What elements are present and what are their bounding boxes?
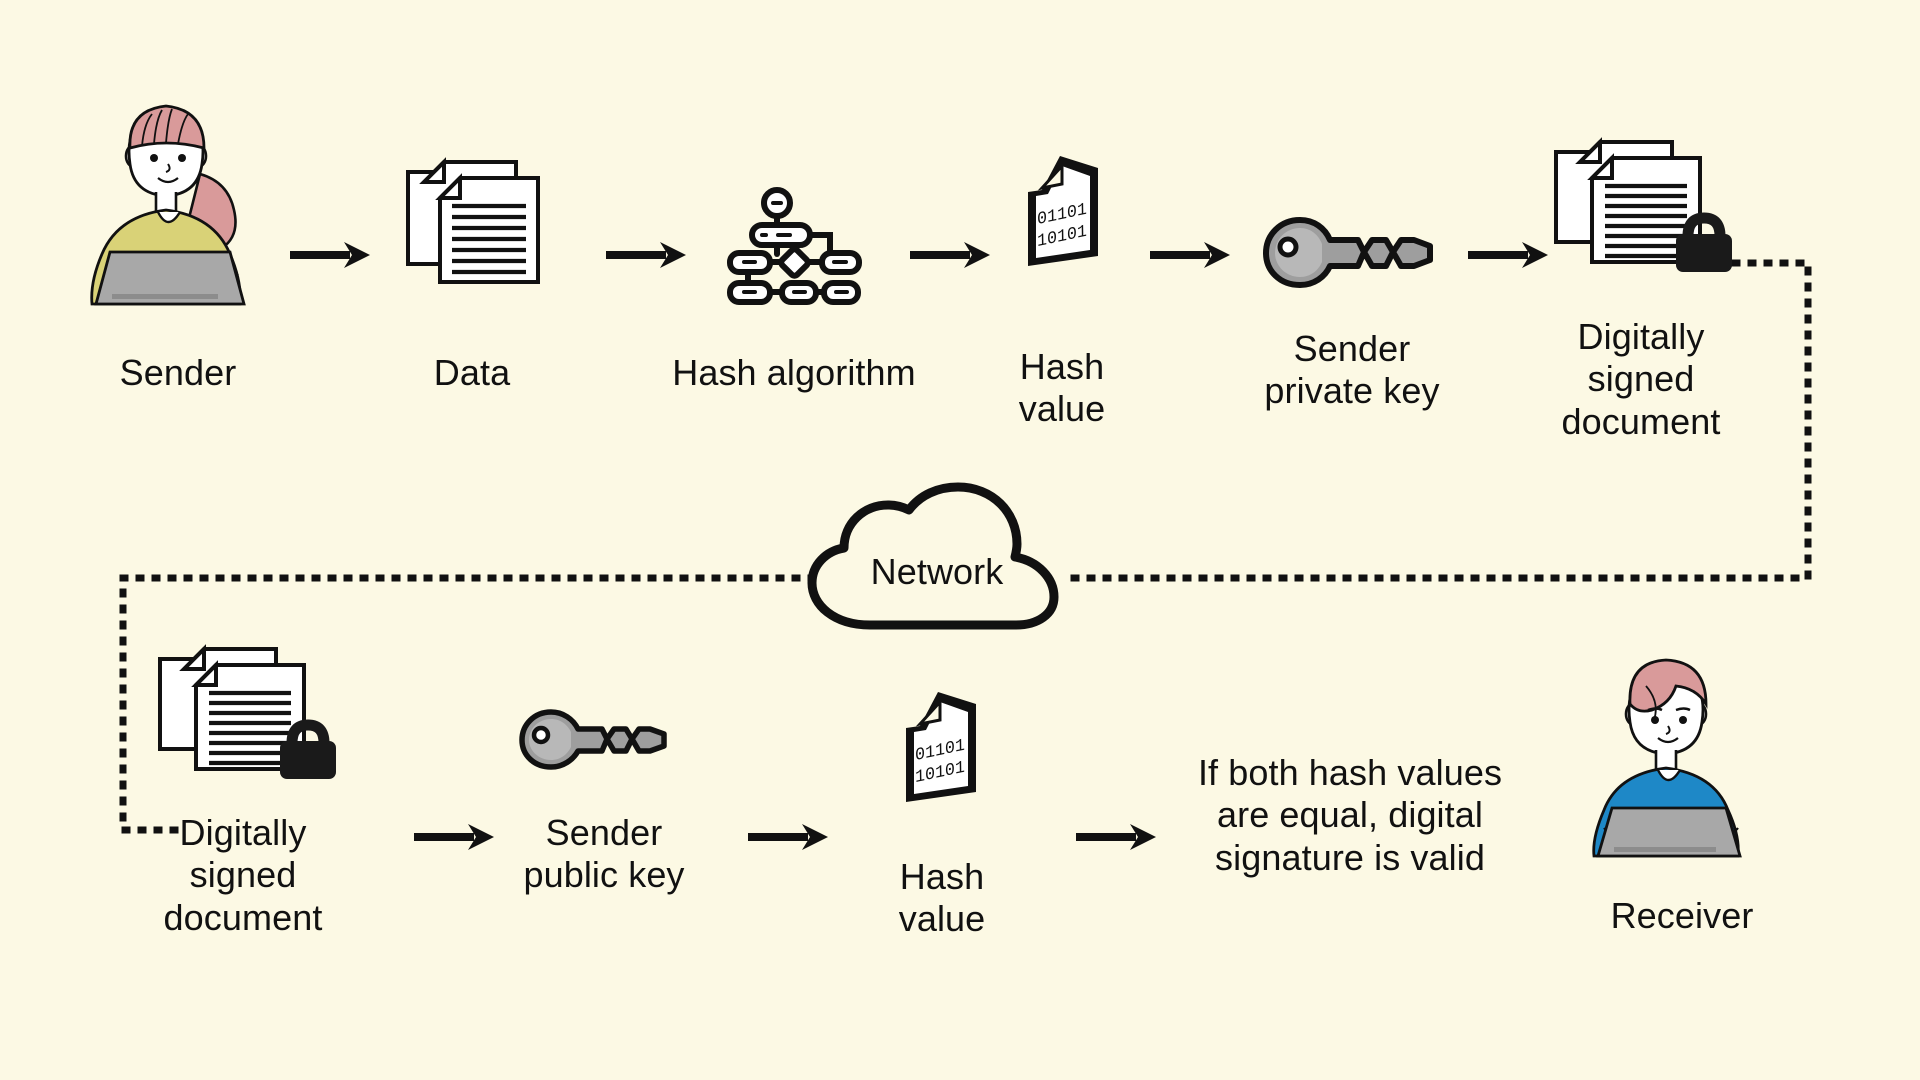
data-label: Data	[433, 352, 511, 393]
hash-algorithm-label: Hash algorithm	[672, 352, 916, 393]
receiver-icon	[1592, 658, 1762, 858]
receiver-label: Receiver	[1610, 895, 1754, 936]
sender-private-key-label: Sender private key	[1264, 328, 1440, 412]
hash-value-label: Hash value	[1018, 346, 1106, 430]
received-hash-value-label: Hash value	[898, 856, 986, 940]
sender-label: Sender	[119, 352, 237, 393]
arrow-public-key-to-hash-value	[748, 824, 828, 850]
arrow-hash-value-to-validation	[1076, 824, 1156, 850]
received-signed-document-icon	[152, 644, 337, 779]
arrow-data-to-hash-algorithm	[606, 242, 686, 268]
hash-value-icon: 01101 10101	[1018, 152, 1106, 272]
sender-public-key-label: Sender public key	[523, 812, 685, 896]
arrow-received-document-to-public-key	[414, 824, 494, 850]
sender-private-key-icon	[1262, 216, 1437, 288]
data-documents-icon	[400, 157, 545, 288]
digitally-signed-document-icon	[1548, 137, 1733, 272]
arrow-private-key-to-signed-document	[1468, 242, 1548, 268]
arrow-hash-value-to-private-key	[1150, 242, 1230, 268]
digitally-signed-document-label: Digitally signed document	[1561, 316, 1721, 442]
arrow-hash-algorithm-to-hash-value	[910, 242, 990, 268]
sender-icon	[88, 98, 268, 308]
received-signed-document-label: Digitally signed document	[163, 812, 323, 938]
hash-algorithm-flowchart-icon	[726, 187, 862, 308]
validation-note: If both hash values are equal, digital s…	[1197, 752, 1503, 878]
arrow-sender-to-data	[290, 242, 370, 268]
network-label: Network	[870, 551, 1004, 592]
diagram-canvas: Sender Data Hash algorithm 01101 10101 H…	[0, 0, 1920, 1080]
received-hash-value-icon: 01101 10101	[896, 688, 984, 808]
sender-public-key-icon	[518, 708, 670, 770]
